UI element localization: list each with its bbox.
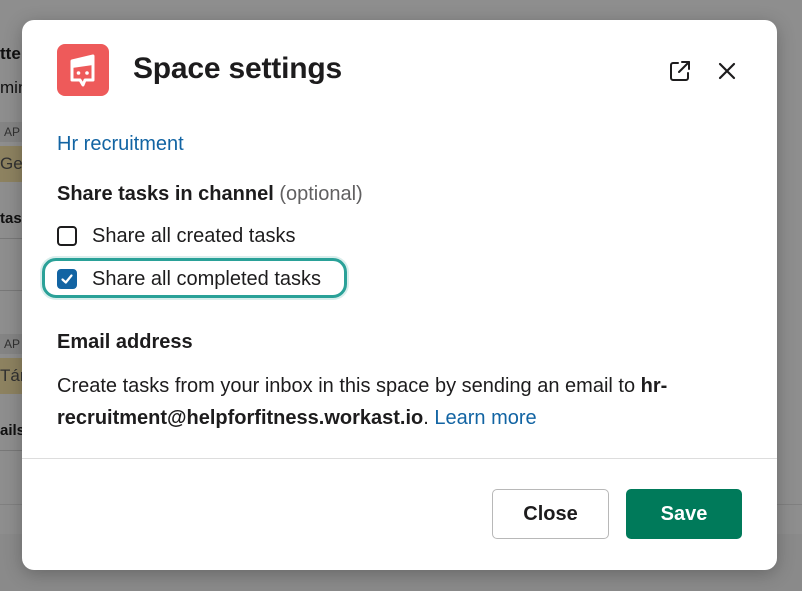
share-tasks-heading-label: Share tasks in channel [57,183,274,205]
share-created-tasks-label[interactable]: Share all created tasks [92,225,295,248]
space-name-link[interactable]: Hr recruitment [57,133,184,156]
share-tasks-heading: Share tasks in channel (optional) [57,183,363,206]
space-settings-modal: Space settings Hr recruitment Share task… [22,20,777,570]
share-completed-tasks-label[interactable]: Share all completed tasks [92,268,321,291]
share-created-tasks-option[interactable]: Share all created tasks [57,222,295,250]
optional-label: (optional) [279,183,363,205]
share-completed-tasks-checkbox[interactable] [57,269,77,289]
close-icon[interactable] [713,57,741,85]
share-created-tasks-checkbox[interactable] [57,226,77,246]
email-description-text: Create tasks from your inbox in this spa… [57,375,641,397]
external-link-icon[interactable] [666,57,694,85]
email-address-heading: Email address [57,331,193,353]
workast-chat-flag-icon [57,44,109,96]
share-completed-tasks-option[interactable]: Share all completed tasks [57,265,321,293]
learn-more-link[interactable]: Learn more [434,407,536,429]
email-description: Create tasks from your inbox in this spa… [57,370,747,434]
save-button[interactable]: Save [626,489,742,539]
footer-divider [22,458,777,459]
modal-title: Space settings [133,52,342,85]
checkmark-icon [61,274,73,284]
close-button[interactable]: Close [492,489,609,539]
email-description-punctuation: . [423,407,435,429]
